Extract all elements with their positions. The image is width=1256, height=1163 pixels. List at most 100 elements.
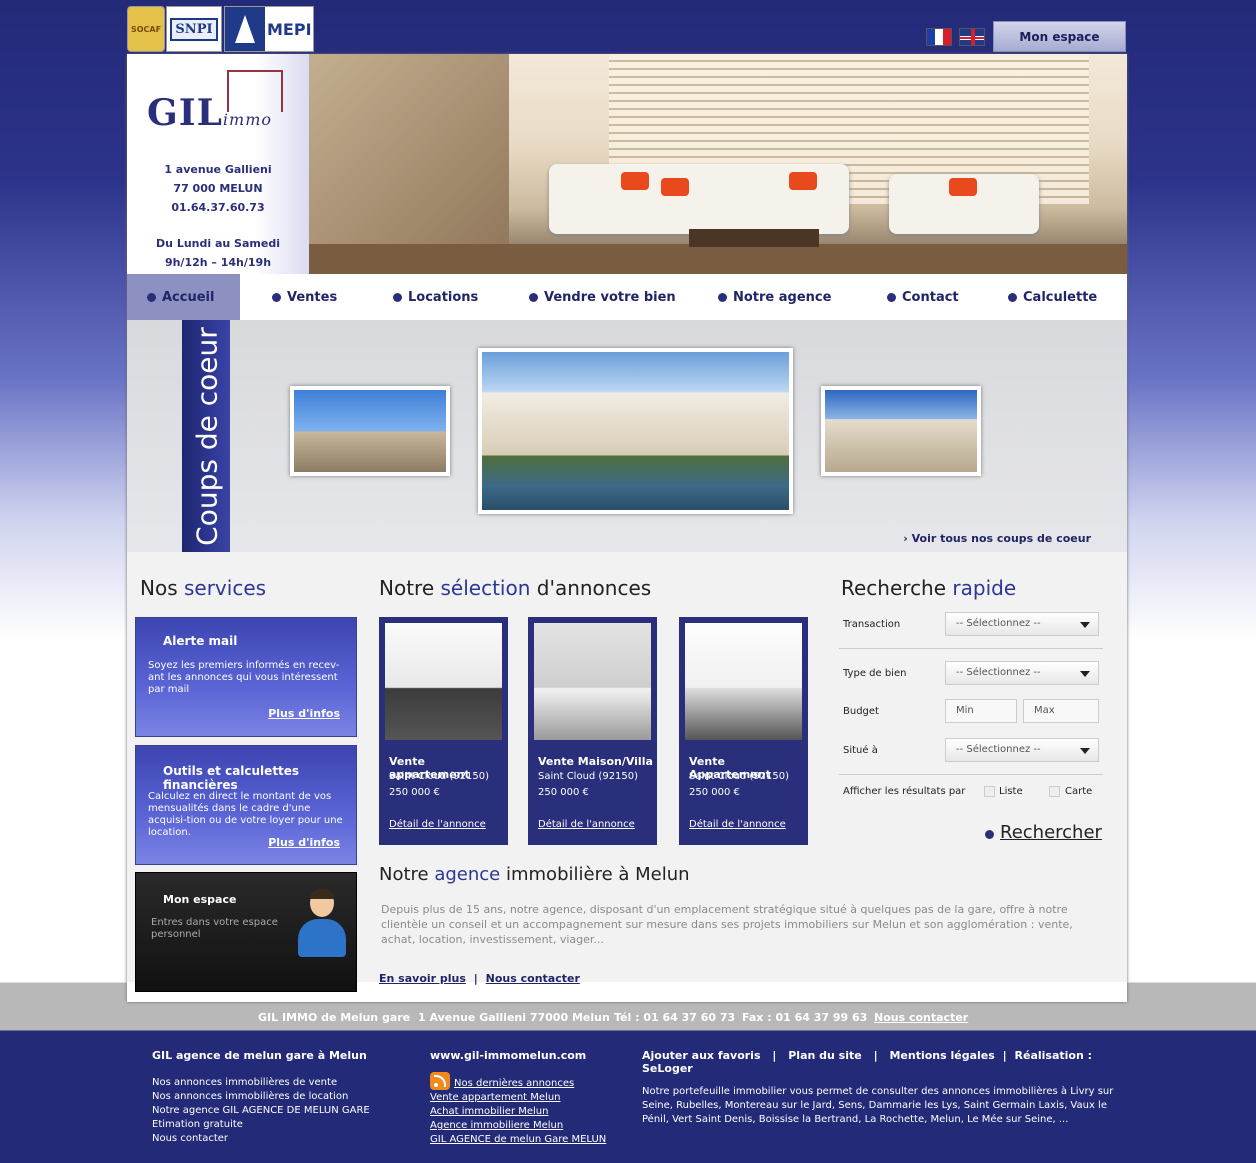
listing-photo[interactable] bbox=[534, 623, 651, 740]
map-label: Carte bbox=[1065, 786, 1093, 797]
see-all-coups-link[interactable]: › Voir tous nos coups de coeur bbox=[903, 532, 1091, 545]
coup-thumb-right[interactable] bbox=[821, 386, 981, 476]
mon-espace-box[interactable]: Mon espace Entres dans votre espace pers… bbox=[135, 872, 357, 992]
user-avatar-icon bbox=[298, 889, 346, 959]
brand-name: GIL bbox=[147, 92, 223, 134]
learn-more-link[interactable]: En savoir plus bbox=[379, 972, 466, 985]
chevron-down-icon bbox=[1080, 748, 1090, 754]
nav-calculette[interactable]: Calculette bbox=[971, 274, 1127, 320]
coups-de-coeur-ribbon: Coups de coeur bbox=[182, 320, 244, 580]
listing-detail-link[interactable]: Détail de l'annonce bbox=[389, 819, 486, 830]
footer-col-site: www.gil-immomelun.com Nos dernières anno… bbox=[430, 1049, 606, 1147]
nav-accueil[interactable]: Accueil bbox=[127, 274, 240, 320]
listing-card[interactable]: Vente Maison/Villa Saint Cloud (92150) 2… bbox=[528, 617, 657, 845]
budget-min-input[interactable]: Min bbox=[945, 699, 1017, 723]
bullet-icon bbox=[272, 292, 281, 302]
uk-flag-icon[interactable] bbox=[959, 28, 985, 46]
separator: | bbox=[772, 1049, 777, 1062]
listing-location: Saint Cloud (92150) bbox=[689, 771, 790, 782]
budget-max-input[interactable]: Max bbox=[1023, 699, 1099, 723]
alert-mail-more-link[interactable]: Plus d'infos bbox=[268, 707, 340, 720]
footer-phone: Tél : 01 64 37 60 73 bbox=[614, 1011, 736, 1024]
nav-ventes-label: Ventes bbox=[287, 289, 338, 305]
bullet-icon bbox=[985, 830, 994, 839]
footer-link[interactable]: Nos annonces immobilières de vente bbox=[152, 1076, 370, 1090]
mon-espace-button[interactable]: Mon espace bbox=[993, 21, 1126, 52]
footer-link[interactable]: GIL AGENCE de melun Gare MELUN bbox=[430, 1133, 606, 1147]
footer-link[interactable]: Vente appartement Melun bbox=[430, 1091, 606, 1105]
sitemap-link[interactable]: Plan du site bbox=[788, 1049, 862, 1062]
listing-location: Saint Cloud (92150) bbox=[538, 771, 639, 782]
tools-more-link[interactable]: Plus d'infos bbox=[268, 836, 340, 849]
address-line1: 1 avenue Gallieni bbox=[164, 163, 272, 176]
brand-sub: immo bbox=[222, 110, 272, 129]
nav-locations[interactable]: Locations bbox=[360, 274, 496, 320]
map-checkbox[interactable] bbox=[1049, 786, 1060, 797]
nav-ventes[interactable]: Ventes bbox=[240, 274, 360, 320]
listing-card[interactable]: Vente Appartement Saint Cloud (92150) 25… bbox=[679, 617, 808, 845]
budget-label: Budget bbox=[843, 706, 879, 717]
listing-card[interactable]: Vente appartement Saint Cloud (92150) 25… bbox=[379, 617, 508, 845]
coups-de-coeur-section: Coups de coeur › Voir tous nos coups de … bbox=[127, 320, 1127, 580]
listing-photo[interactable] bbox=[385, 623, 502, 740]
bullet-icon bbox=[718, 292, 727, 302]
espace-box-text: Entres dans votre espace personnel bbox=[151, 917, 278, 940]
listing-title: Vente Maison/Villa bbox=[538, 755, 653, 768]
listing-price: 250 000 € bbox=[538, 787, 589, 798]
gil-logo[interactable]: GILimmo bbox=[147, 92, 272, 134]
selection-title: Notre sélection d'annonces bbox=[379, 576, 652, 600]
listing-detail-link[interactable]: Détail de l'annonce bbox=[538, 819, 635, 830]
footer-agency-name: GIL IMMO de Melun gare bbox=[258, 1011, 411, 1024]
footer-link[interactable]: Notre agence GIL AGENCE DE MELUN GARE bbox=[152, 1104, 370, 1118]
contact-link[interactable]: Nous contacter bbox=[486, 972, 580, 985]
location-label: Situé à bbox=[843, 745, 878, 756]
location-select[interactable]: -- Sélectionnez -- bbox=[945, 738, 1099, 762]
transaction-label: Transaction bbox=[843, 619, 901, 630]
coup-thumb-center[interactable] bbox=[478, 348, 793, 514]
header-living-room-photo bbox=[309, 54, 1127, 274]
nav-contact[interactable]: Contact bbox=[851, 274, 971, 320]
favorites-link[interactable]: Ajouter aux favoris bbox=[642, 1049, 761, 1062]
footer-col-info: Ajouter aux favoris | Plan du site | Men… bbox=[642, 1049, 1122, 1127]
footer: GIL agence de melun gare à Melun Nos ann… bbox=[0, 1031, 1256, 1163]
alert-mail-title: Alerte mail bbox=[163, 634, 238, 648]
footer-contact-bar: GIL IMMO de Melun gare 1 Avenue Gallieni… bbox=[0, 1004, 1256, 1030]
legal-link[interactable]: Mentions légales bbox=[889, 1049, 994, 1062]
french-flag-icon[interactable] bbox=[926, 28, 952, 46]
nav-vendre[interactable]: Vendre votre bien bbox=[496, 274, 685, 320]
footer-link[interactable]: Agence immobiliere Melun bbox=[430, 1119, 606, 1133]
footer-contact-link[interactable]: Nous contacter bbox=[874, 1011, 968, 1024]
search-button[interactable]: Rechercher bbox=[985, 822, 1102, 843]
phone-number: 01.64.37.60.73 bbox=[171, 201, 265, 214]
footer-site-title[interactable]: www.gil-immomelun.com bbox=[430, 1049, 606, 1062]
footer-description: Notre portefeuille immobilier vous perme… bbox=[642, 1086, 1114, 1125]
coup-thumb-left[interactable] bbox=[290, 386, 450, 476]
footer-link[interactable]: Nous contacter bbox=[152, 1132, 370, 1146]
tools-title: Outils et calculettes financières bbox=[163, 764, 300, 792]
footer-link[interactable]: Nos annonces immobilières de location bbox=[152, 1090, 370, 1104]
listing-detail-link[interactable]: Détail de l'annonce bbox=[689, 819, 786, 830]
bullet-icon bbox=[1008, 292, 1017, 302]
listing-photo[interactable] bbox=[685, 623, 802, 740]
separator: | bbox=[473, 972, 478, 985]
rss-icon[interactable] bbox=[430, 1072, 450, 1090]
footer-address: 1 Avenue Gallieni 77000 Melun bbox=[418, 1011, 610, 1024]
listing-price: 250 000 € bbox=[389, 787, 440, 798]
nav-agence[interactable]: Notre agence bbox=[685, 274, 851, 320]
agency-description: Depuis plus de 15 ans, notre agence, dis… bbox=[381, 903, 1073, 946]
type-select[interactable]: -- Sélectionnez -- bbox=[945, 661, 1099, 685]
ribbon-label: Coups de coeur bbox=[190, 327, 224, 546]
tools-box[interactable]: Outils et calculettes financières Calcul… bbox=[135, 745, 357, 865]
tools-text: Calculez en direct le montant de vos men… bbox=[148, 791, 343, 838]
display-label: Afficher les résultats par bbox=[843, 786, 966, 797]
footer-col-agency: GIL agence de melun gare à Melun Nos ann… bbox=[152, 1049, 370, 1146]
transaction-select[interactable]: -- Sélectionnez -- bbox=[945, 612, 1099, 636]
footer-link[interactable]: Etimation gratuite bbox=[152, 1118, 370, 1132]
list-checkbox[interactable] bbox=[984, 786, 995, 797]
bullet-icon bbox=[887, 292, 896, 302]
footer-link[interactable]: Nos dernières annonces bbox=[454, 1078, 574, 1089]
nav-vendre-label: Vendre votre bien bbox=[544, 289, 676, 305]
alert-mail-box[interactable]: Alerte mail Soyez les premiers informés … bbox=[135, 617, 357, 737]
snpi-logo: SNPI bbox=[166, 6, 222, 52]
footer-link[interactable]: Achat immobilier Melun bbox=[430, 1105, 606, 1119]
